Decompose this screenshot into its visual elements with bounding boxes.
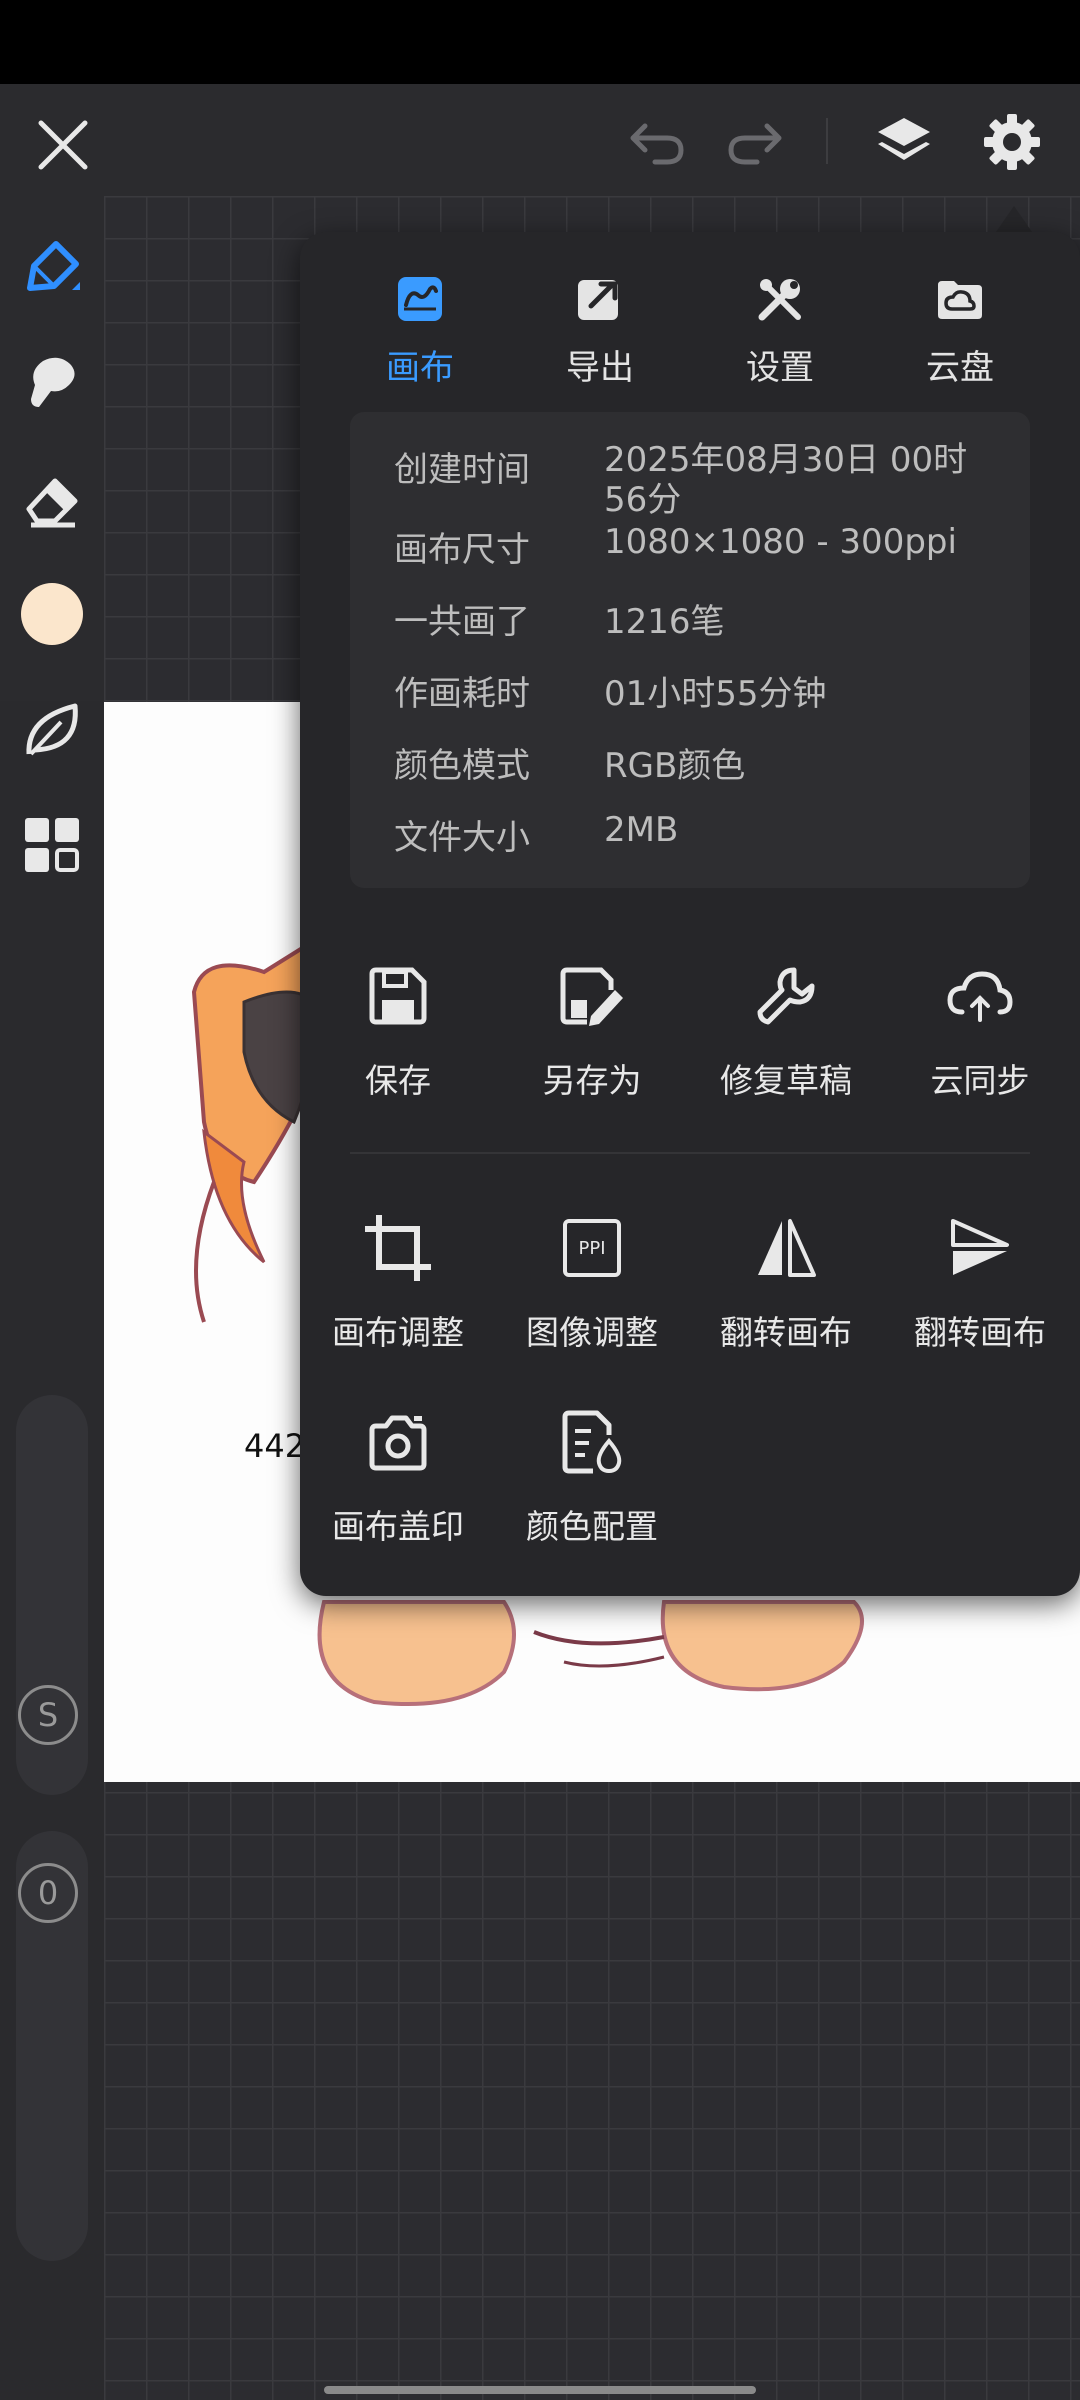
cloud-drive-icon — [934, 264, 986, 334]
tab-export[interactable]: 导出 — [510, 264, 690, 404]
info-canvas-size: 画布尺寸 1080×1080 - 300ppi — [394, 522, 1014, 582]
panel-pointer — [996, 206, 1032, 232]
save-icon — [366, 952, 430, 1040]
info-file-size: 文件大小 2MB — [394, 810, 1014, 870]
export-icon — [575, 264, 625, 334]
tab-export-label: 导出 — [566, 348, 634, 388]
save-button[interactable]: 保存 — [300, 952, 496, 1102]
brush-size-slider[interactable]: S — [16, 1395, 88, 1795]
tab-settings[interactable]: 设置 — [690, 264, 870, 404]
file-size-label: 文件大小 — [394, 818, 530, 858]
created-label: 创建时间 — [394, 450, 530, 490]
close-icon[interactable] — [28, 110, 98, 180]
tab-canvas-label: 画布 — [386, 348, 454, 388]
flip-vertical-button[interactable]: 翻转画布 — [882, 1204, 1078, 1354]
canvas-adjust-label: 画布调整 — [332, 1313, 464, 1352]
color-profile-label: 颜色配置 — [526, 1507, 658, 1546]
ppi-badge: PPI — [563, 1219, 621, 1277]
smudge-tool-icon[interactable] — [12, 342, 92, 422]
cloud-sync-label: 云同步 — [930, 1061, 1030, 1100]
save-as-icon — [557, 952, 627, 1040]
redo-icon[interactable] — [720, 112, 790, 172]
duration-label: 作画耗时 — [394, 674, 530, 714]
opacity-badge: 0 — [18, 1863, 78, 1923]
canvas-stamp-label: 画布盖印 — [332, 1507, 464, 1546]
flip-horizontal-button[interactable]: 翻转画布 — [688, 1204, 884, 1354]
color-profile-button[interactable]: 颜色配置 — [494, 1398, 690, 1548]
flip-vertical-label: 翻转画布 — [914, 1313, 1046, 1352]
duration-value: 01小时55分钟 — [604, 674, 827, 714]
color-profile-icon — [559, 1398, 625, 1486]
tab-canvas[interactable]: 画布 — [330, 264, 510, 404]
tab-cloud-drive[interactable]: 云盘 — [870, 264, 1050, 404]
section-divider — [350, 1152, 1030, 1154]
strokes-value: 1216笔 — [604, 602, 725, 642]
save-label: 保存 — [365, 1061, 431, 1100]
tab-cloud-drive-label: 云盘 — [926, 348, 994, 388]
flip-horizontal-label: 翻转画布 — [720, 1313, 852, 1352]
canvas-stamp-button[interactable]: 画布盖印 — [300, 1398, 496, 1548]
eraser-tool-icon[interactable] — [12, 458, 92, 538]
canvas-adjust-button[interactable]: 画布调整 — [300, 1204, 496, 1354]
toolbar-divider — [826, 118, 828, 164]
grid-menu-icon[interactable] — [12, 805, 92, 885]
info-strokes: 一共画了 1216笔 — [394, 594, 1014, 654]
layers-icon[interactable] — [868, 108, 940, 176]
info-duration: 作画耗时 01小时55分钟 — [394, 666, 1014, 726]
status-bar — [0, 0, 1080, 84]
cloud-sync-button[interactable]: 云同步 — [882, 952, 1078, 1102]
top-toolbar — [0, 84, 1080, 196]
image-adjust-button[interactable]: PPI 图像调整 — [494, 1204, 690, 1354]
left-toolbar — [0, 196, 104, 701]
save-as-button[interactable]: 另存为 — [494, 952, 690, 1102]
strokes-label: 一共画了 — [394, 602, 530, 642]
opacity-slider[interactable]: 0 — [16, 1831, 88, 2261]
canvas-icon — [396, 264, 444, 334]
size-value: 1080×1080 - 300ppi — [604, 522, 957, 562]
leaf-tool-icon[interactable] — [12, 691, 92, 771]
ppi-icon: PPI — [563, 1204, 621, 1292]
size-label: 画布尺寸 — [394, 530, 530, 570]
home-indicator — [324, 2386, 756, 2394]
wrench-icon — [754, 952, 818, 1040]
save-as-label: 另存为 — [542, 1061, 642, 1100]
repair-draft-button[interactable]: 修复草稿 — [688, 952, 884, 1102]
created-value: 2025年08月30日 00时56分 — [604, 440, 968, 520]
size-badge: S — [18, 1685, 78, 1745]
color-swatch[interactable] — [12, 574, 92, 654]
color-mode-value: RGB颜色 — [604, 746, 746, 786]
repair-label: 修复草稿 — [720, 1061, 852, 1100]
brush-tool-icon[interactable] — [12, 228, 92, 308]
cloud-sync-icon — [944, 952, 1016, 1040]
file-size-value: 2MB — [604, 810, 679, 850]
sketch-text: 442 — [244, 1427, 305, 1465]
flip-horizontal-icon — [754, 1204, 818, 1292]
camera-icon — [366, 1398, 430, 1486]
info-color-mode: 颜色模式 RGB颜色 — [394, 738, 1014, 798]
image-adjust-label: 图像调整 — [526, 1313, 658, 1352]
gear-icon[interactable] — [976, 106, 1048, 178]
canvas-info-card: 创建时间 2025年08月30日 00时56分 画布尺寸 1080×1080 -… — [350, 412, 1030, 888]
flip-vertical-icon — [949, 1204, 1011, 1292]
tab-settings-label: 设置 — [746, 348, 814, 388]
tools-icon — [754, 264, 806, 334]
panel-tabs: 画布 导出 设置 云盘 — [300, 264, 1080, 404]
undo-icon[interactable] — [622, 112, 692, 172]
canvas-menu-panel: 画布 导出 设置 云盘 创建时间 2025年08月30日 00时56分 画布尺寸 — [300, 232, 1080, 1596]
color-mode-label: 颜色模式 — [394, 746, 530, 786]
crop-icon — [363, 1204, 433, 1292]
left-sidebar: S 0 — [0, 701, 104, 2400]
